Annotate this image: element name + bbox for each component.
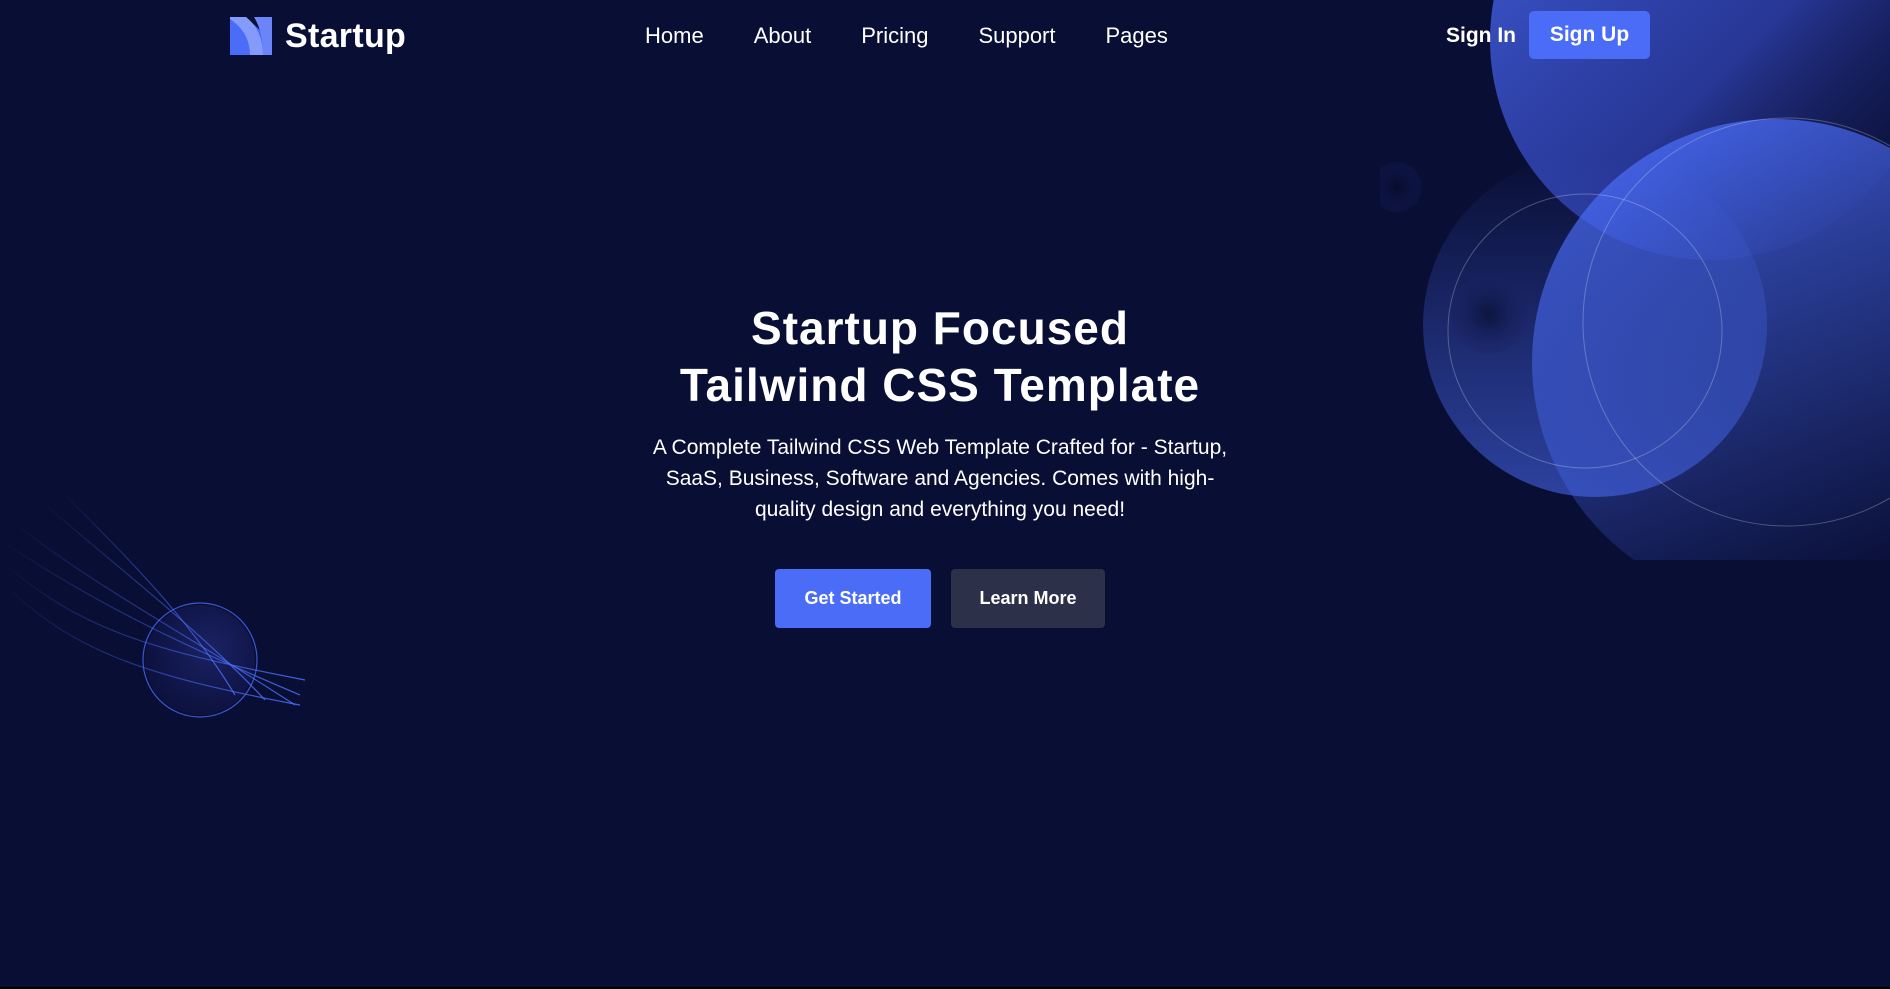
hero-title-line-1: Startup Focused (751, 302, 1129, 354)
sign-in-link[interactable]: Sign In (1446, 20, 1516, 52)
decor-wave-line (9, 519, 296, 706)
learn-more-button[interactable]: Learn More (951, 569, 1105, 628)
hero-title-line-2: Tailwind CSS Template (679, 359, 1201, 411)
decor-ring-large (1582, 117, 1890, 527)
get-started-button[interactable]: Get Started (775, 569, 931, 628)
decor-dot-mid (1450, 276, 1528, 354)
decor-lower-circle (1423, 153, 1767, 497)
sign-up-button[interactable]: Sign Up (1529, 11, 1650, 59)
nav-link-support[interactable]: Support (978, 23, 1055, 48)
hero-actions: Get Started Learn More (545, 569, 1335, 628)
nav-link-home[interactable]: Home (645, 23, 704, 48)
nav-link-pricing[interactable]: Pricing (861, 23, 928, 48)
decor-ring-small (1447, 193, 1723, 469)
hero-section: Startup Focused Tailwind CSS Template A … (545, 300, 1335, 628)
decor-wave-line (39, 499, 266, 701)
decor-orb (145, 605, 255, 715)
decor-wave-line (0, 579, 301, 706)
decor-orb-ring (142, 602, 258, 718)
navbar: Startup Home About Pricing Support Pages… (0, 0, 1890, 72)
decor-wave-line (0, 539, 301, 696)
hero-title: Startup Focused Tailwind CSS Template (545, 300, 1335, 414)
decor-mid-circle (1532, 119, 1890, 560)
nav-item-pages: Pages (1106, 22, 1168, 50)
nav-item-home: Home (645, 22, 704, 50)
decor-dot-top (1380, 162, 1422, 212)
nav-link-about[interactable]: About (754, 23, 812, 48)
decor-wave-line (59, 489, 236, 696)
nav-item-support: Support (978, 22, 1055, 50)
main-nav: Home About Pricing Support Pages (645, 22, 1218, 50)
decor-wave-line (0, 559, 306, 681)
nav-item-pricing: Pricing (861, 22, 928, 50)
nav-item-about: About (754, 22, 812, 50)
brand-logo[interactable]: Startup (230, 16, 406, 56)
hero-decoration-left (0, 489, 306, 718)
nav-link-pages[interactable]: Pages (1106, 23, 1168, 48)
landing-page: Startup Home About Pricing Support Pages… (0, 0, 1890, 989)
startup-logo-icon (230, 17, 272, 55)
hero-subtitle: A Complete Tailwind CSS Web Template Cra… (652, 436, 1228, 521)
hero-decoration-right (1380, 0, 1890, 560)
brand-name: Startup (285, 16, 407, 55)
